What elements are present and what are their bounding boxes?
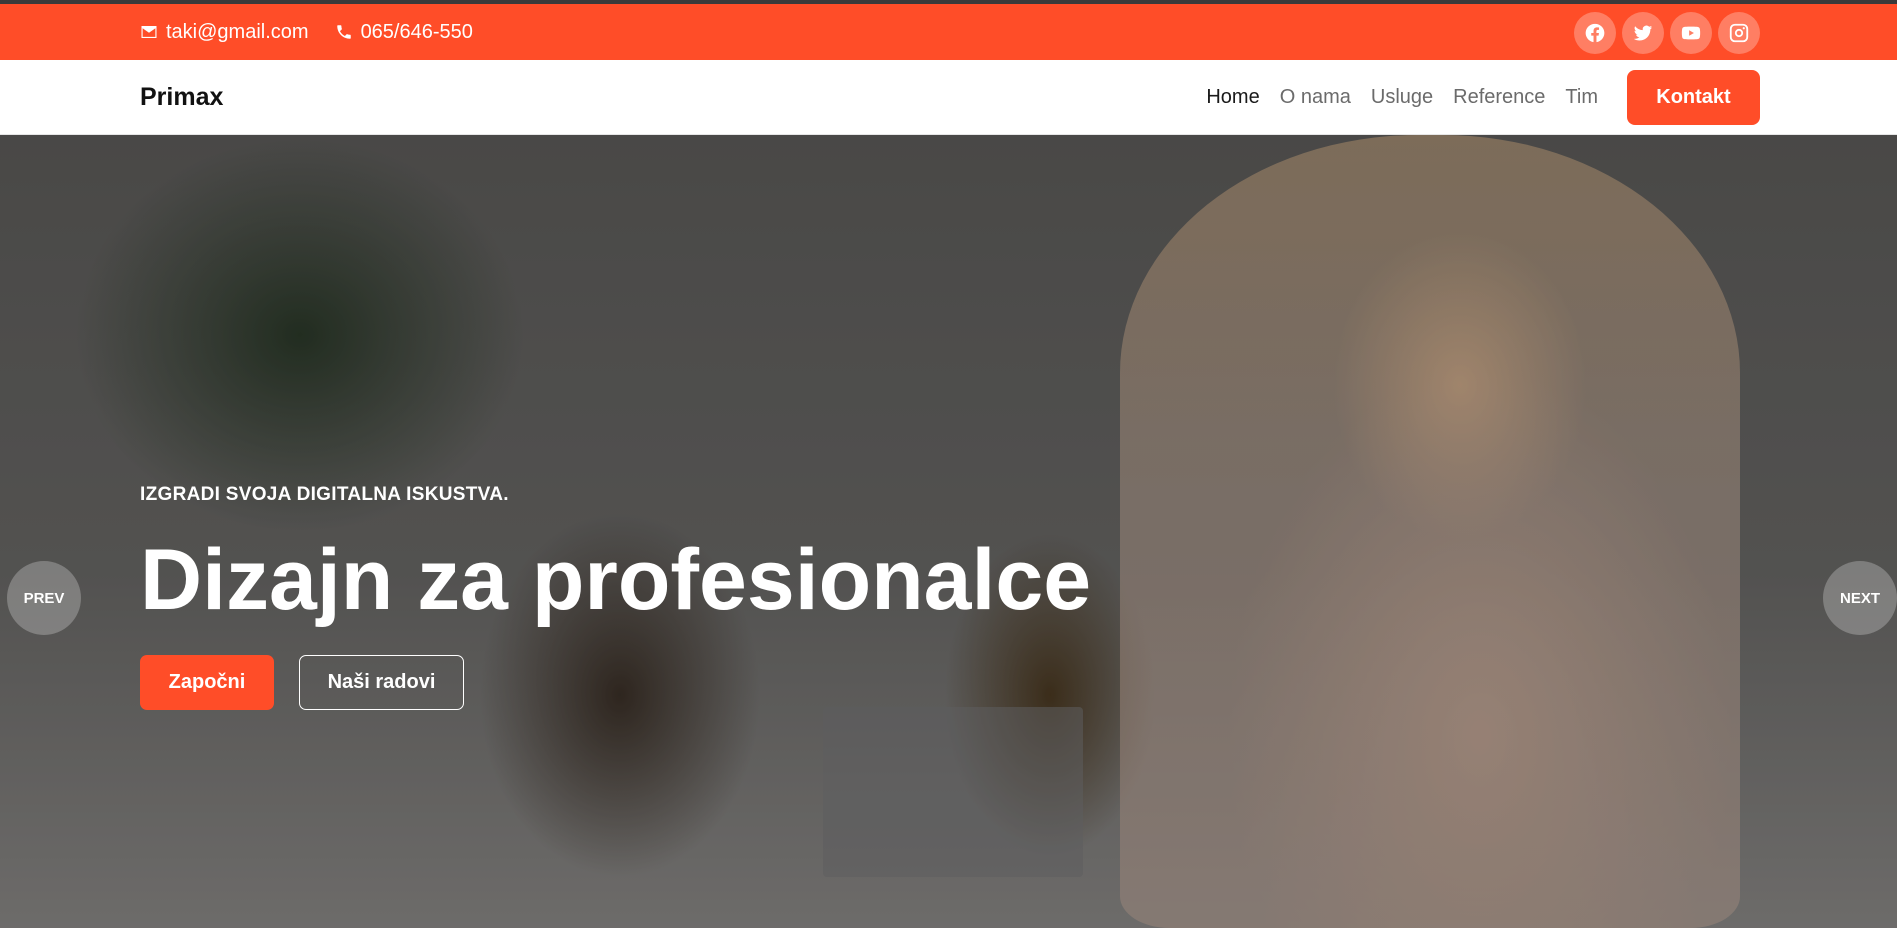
kontakt-button[interactable]: Kontakt: [1627, 70, 1760, 125]
start-button[interactable]: Započni: [140, 655, 274, 710]
nav-link-o-nama[interactable]: O nama: [1280, 86, 1351, 109]
facebook-link[interactable]: [1574, 12, 1616, 54]
mail-icon: [141, 26, 157, 38]
twitter-link[interactable]: [1622, 12, 1664, 54]
top-contact-bar: taki@gmail.com 065/646-550: [0, 4, 1897, 60]
email-text: taki@gmail.com: [166, 20, 309, 43]
nav-link-usluge[interactable]: Usluge: [1371, 86, 1433, 109]
contact-info: taki@gmail.com 065/646-550: [140, 4, 473, 60]
twitter-icon: [1633, 25, 1653, 41]
nav-link-home[interactable]: Home: [1206, 86, 1259, 109]
instagram-link[interactable]: [1718, 12, 1760, 54]
nav-link-tim[interactable]: Tim: [1565, 86, 1598, 109]
hero-carousel: PREV IZGRADI SVOJA DIGITALNA ISKUSTVA. D…: [0, 135, 1897, 928]
nav-menu: Home O nama Usluge Reference Tim: [1206, 60, 1598, 135]
main-navbar: Primax Home O nama Usluge Reference Tim …: [0, 60, 1897, 135]
hero-background-laptop: [823, 707, 1083, 877]
carousel-next-button[interactable]: NEXT: [1823, 561, 1897, 635]
phone-icon: [336, 25, 351, 39]
phone-text: 065/646-550: [360, 20, 473, 43]
instagram-icon: [1729, 23, 1749, 43]
hero-eyebrow: IZGRADI SVOJA DIGITALNA ISKUSTVA.: [140, 484, 509, 505]
youtube-icon: [1681, 26, 1701, 40]
hero-headline: Dizajn za profesionalce: [140, 532, 1092, 628]
social-links: [1574, 12, 1760, 54]
email-link[interactable]: taki@gmail.com: [140, 21, 309, 44]
hero-background-photo: [1120, 135, 1740, 928]
brand-logo[interactable]: Primax: [140, 60, 223, 135]
our-work-button[interactable]: Naši radovi: [299, 655, 464, 710]
phone-link[interactable]: 065/646-550: [335, 21, 473, 44]
carousel-prev-button[interactable]: PREV: [7, 561, 81, 635]
nav-link-reference[interactable]: Reference: [1453, 86, 1545, 109]
facebook-icon: [1585, 23, 1605, 43]
youtube-link[interactable]: [1670, 12, 1712, 54]
